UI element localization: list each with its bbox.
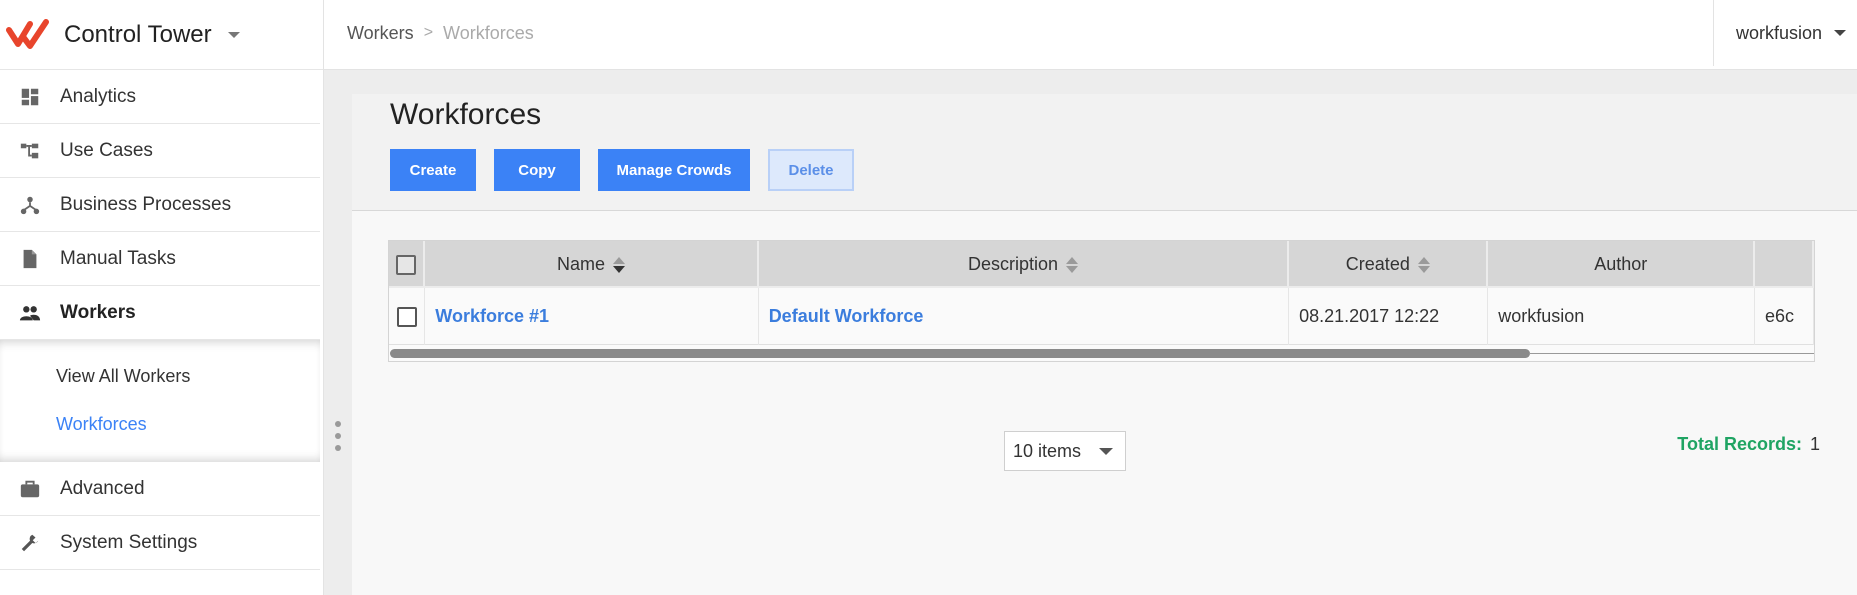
- column-header-name[interactable]: Name: [425, 241, 759, 288]
- cell-created: 08.21.2017 12:22: [1289, 288, 1489, 345]
- page-title: Workforces: [390, 98, 542, 131]
- column-header-extra: [1755, 241, 1814, 288]
- total-records: Total Records: 1: [1677, 434, 1820, 455]
- delete-button[interactable]: Delete: [768, 149, 854, 191]
- row-select-cell: [389, 288, 426, 345]
- chevron-down-icon: [1834, 30, 1847, 36]
- sidebar-item-label: Business Processes: [60, 193, 232, 215]
- handle-dot: [335, 433, 341, 439]
- sidebar-item-workers[interactable]: Workers: [0, 286, 320, 340]
- breadcrumb-workers[interactable]: Workers: [347, 23, 414, 44]
- breadcrumb: Workers > Workforces: [347, 0, 534, 66]
- user-name: workfusion: [1736, 22, 1823, 43]
- breadcrumb-separator-icon: >: [423, 24, 434, 41]
- sort-icon[interactable]: [1417, 256, 1430, 273]
- column-header-label: Created: [1345, 254, 1410, 274]
- sort-icon[interactable]: [613, 256, 626, 273]
- sidebar-item-label: Use Cases: [60, 139, 153, 161]
- cell-author: workfusion: [1488, 288, 1755, 345]
- total-records-label: Total Records:: [1677, 434, 1802, 454]
- workforces-table: Name Description Created Author Workforc…: [388, 240, 1815, 362]
- workforce-description-link[interactable]: Default Workforce: [769, 306, 924, 327]
- page-size-value: 10 items: [1013, 440, 1082, 461]
- sidebar-item-label: System Settings: [60, 531, 198, 553]
- column-header-label: Author: [1594, 254, 1648, 274]
- people-icon: [0, 302, 60, 324]
- sidebar-item-label: Workers: [60, 301, 136, 323]
- scrollbar-thumb[interactable]: [390, 349, 1530, 358]
- cell-extra: e6c: [1755, 288, 1814, 345]
- app-title: Control Tower: [64, 20, 212, 48]
- sidebar-item-label: Analytics: [60, 85, 137, 107]
- create-button[interactable]: Create: [390, 149, 476, 191]
- wrench-icon: [0, 532, 60, 554]
- manage-crowds-button[interactable]: Manage Crowds: [598, 149, 750, 191]
- column-header-author: Author: [1488, 241, 1756, 288]
- header-select-all: [389, 241, 426, 288]
- user-menu[interactable]: workfusion: [1713, 0, 1857, 66]
- total-records-value: 1: [1809, 434, 1820, 454]
- sidebar-item-advanced[interactable]: Advanced: [0, 462, 320, 516]
- dashboard-icon: [0, 86, 60, 108]
- app-brand[interactable]: Control Tower: [0, 0, 323, 70]
- page-size-select[interactable]: 10 items: [1004, 431, 1126, 471]
- process-nodes-icon: [0, 194, 60, 216]
- workers-submenu: View All Workers Workforces: [0, 340, 320, 462]
- table-row: Workforce #1 Default Workforce 08.21.201…: [389, 288, 1814, 345]
- row-checkbox[interactable]: [396, 306, 417, 327]
- sidebar-item-business-processes[interactable]: Business Processes: [0, 178, 320, 232]
- sidebar-item-label: Manual Tasks: [60, 247, 176, 269]
- hierarchy-icon: [0, 140, 60, 162]
- sidebar-resize-handle[interactable]: [334, 421, 342, 451]
- sidebar: Control Tower Analytics Use Cases Busine…: [0, 0, 324, 595]
- horizontal-scrollbar[interactable]: [389, 345, 1814, 361]
- panel-header: Workforces Create Copy Manage Crowds Del…: [352, 94, 1857, 211]
- scrollbar-track-line: [1529, 353, 1814, 354]
- sidebar-item-analytics[interactable]: Analytics: [0, 70, 320, 124]
- column-header-label: Description: [967, 254, 1059, 274]
- workforce-name-link[interactable]: Workforce #1: [435, 306, 549, 327]
- column-header-label: Name: [557, 254, 606, 274]
- chevron-down-icon[interactable]: [227, 31, 240, 38]
- sort-icon[interactable]: [1066, 256, 1079, 273]
- workfusion-logo-icon: [6, 18, 49, 49]
- select-all-checkbox[interactable]: [396, 254, 417, 275]
- submenu-item-workforces[interactable]: Workforces: [0, 400, 320, 448]
- cell-description: Default Workforce: [759, 288, 1290, 345]
- workforces-panel: Workforces Create Copy Manage Crowds Del…: [352, 94, 1857, 595]
- sidebar-item-manual-tasks[interactable]: Manual Tasks: [0, 232, 320, 286]
- sidebar-item-use-cases[interactable]: Use Cases: [0, 124, 320, 178]
- document-icon: [0, 248, 60, 270]
- column-header-description[interactable]: Description: [759, 241, 1290, 288]
- sidebar-item-label: Advanced: [60, 477, 145, 499]
- sidebar-item-system-settings[interactable]: System Settings: [0, 516, 320, 570]
- submenu-item-view-all-workers[interactable]: View All Workers: [0, 352, 320, 400]
- handle-dot: [335, 445, 341, 451]
- table-header: Name Description Created Author: [389, 241, 1814, 288]
- top-bar: Workers > Workforces workfusion: [324, 0, 1857, 70]
- breadcrumb-workforces: Workforces: [443, 22, 534, 43]
- handle-dot: [335, 421, 341, 427]
- briefcase-icon: [0, 478, 60, 500]
- action-toolbar: Create Copy Manage Crowds Delete: [390, 149, 872, 191]
- copy-button[interactable]: Copy: [494, 149, 580, 191]
- column-header-created[interactable]: Created: [1289, 241, 1489, 288]
- cell-name: Workforce #1: [425, 288, 759, 345]
- chevron-down-icon: [1099, 448, 1113, 455]
